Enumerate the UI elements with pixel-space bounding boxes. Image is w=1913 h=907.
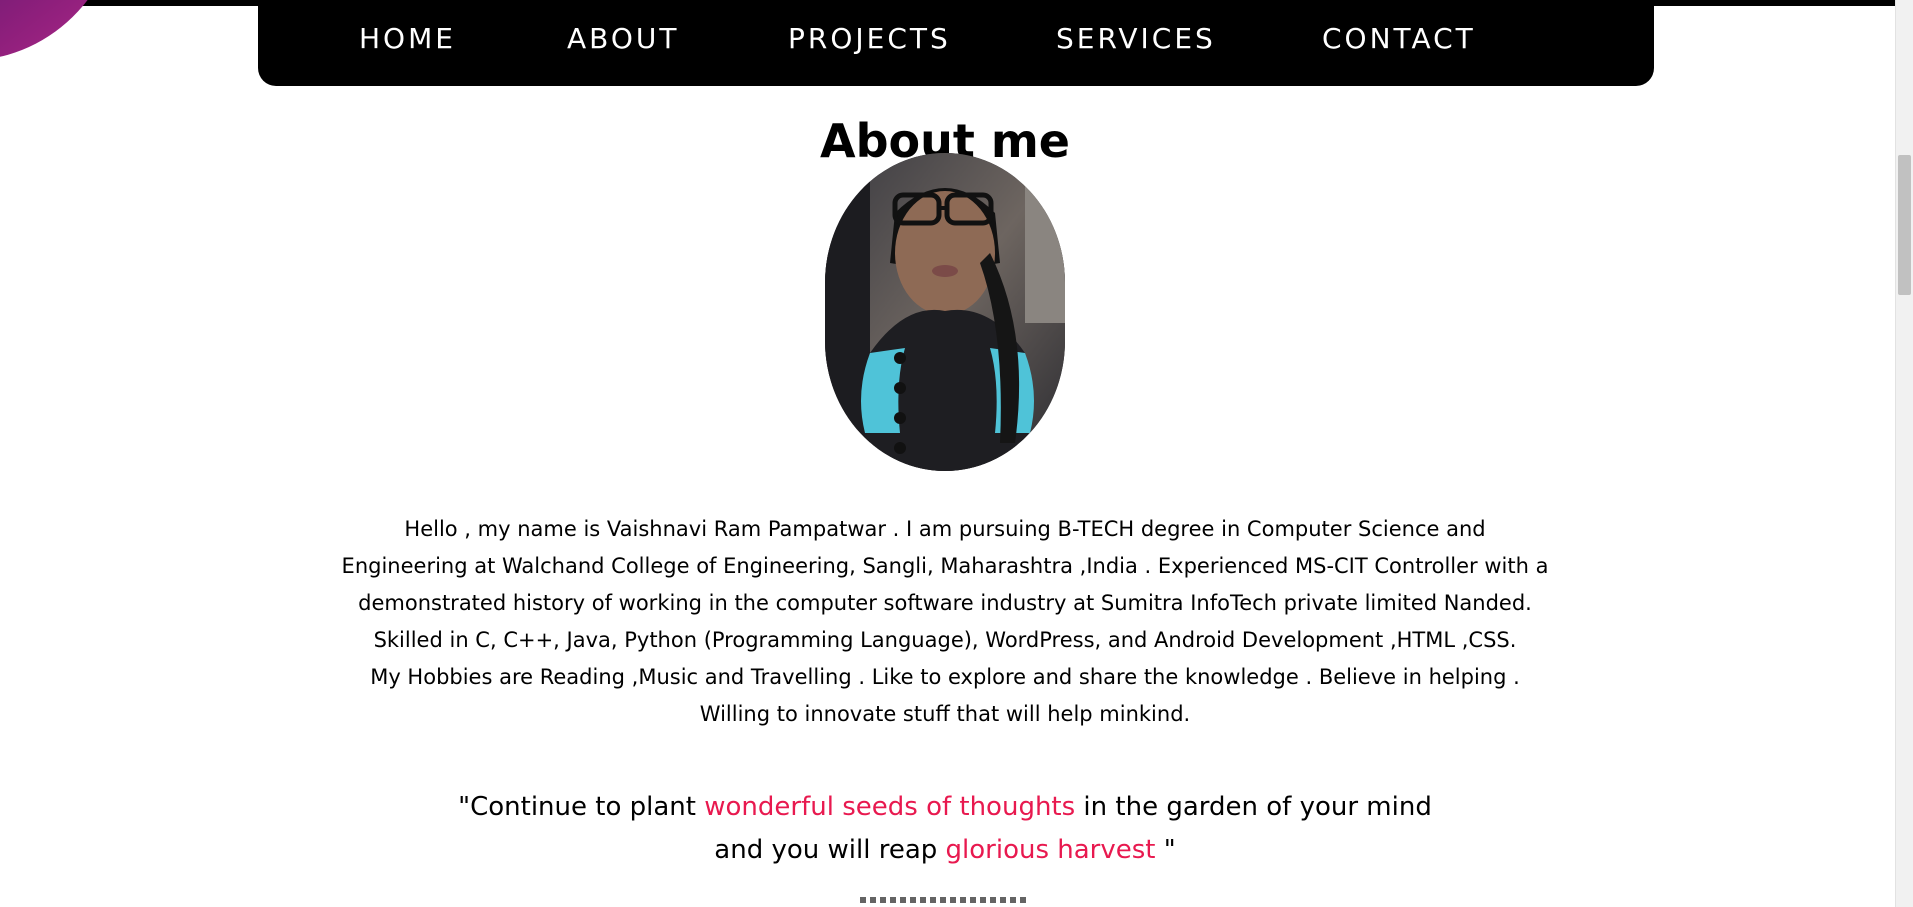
quote-line-1: "Continue to plant wonderful seeds of th… <box>340 786 1550 829</box>
quote-author-cutoff <box>860 895 1060 907</box>
nav-item-about[interactable]: ABOUT <box>567 22 680 55</box>
quote-accent-2: glorious harvest <box>945 835 1156 865</box>
nav-item-services[interactable]: SERVICES <box>1056 22 1216 55</box>
quote-text-part-1: "Continue to plant <box>458 792 705 822</box>
quote-text-part-2: in the garden of your mind <box>1075 792 1432 822</box>
profile-photo-image <box>825 153 1065 471</box>
bio-paragraph-2: My Hobbies are Reading ,Music and Travel… <box>370 665 1520 726</box>
quote-text-part-4: " <box>1155 835 1176 865</box>
scrollbar-track[interactable] <box>1895 0 1913 907</box>
bio-paragraph-1: Hello , my name is Vaishnavi Ram Pampatw… <box>341 517 1549 652</box>
quote-text-part-3: and you will reap <box>714 835 946 865</box>
bio-text: Hello , my name is Vaishnavi Ram Pampatw… <box>340 511 1550 733</box>
nav-item-contact[interactable]: CONTACT <box>1322 22 1476 55</box>
nav-item-projects[interactable]: PROJECTS <box>788 22 951 55</box>
nav-items: HOME ABOUT PROJECTS SERVICES CONTACT <box>258 0 1654 76</box>
nav-item-home[interactable]: HOME <box>359 22 456 55</box>
main-navbar: HOME ABOUT PROJECTS SERVICES CONTACT <box>258 0 1654 86</box>
quote-accent-1: wonderful seeds of thoughts <box>704 792 1076 822</box>
quote-line-2: and you will reap glorious harvest " <box>340 829 1550 872</box>
scrollbar-thumb[interactable] <box>1898 155 1911 295</box>
quote: "Continue to plant wonderful seeds of th… <box>340 786 1550 872</box>
profile-photo <box>825 153 1065 471</box>
corner-decoration <box>0 0 121 80</box>
